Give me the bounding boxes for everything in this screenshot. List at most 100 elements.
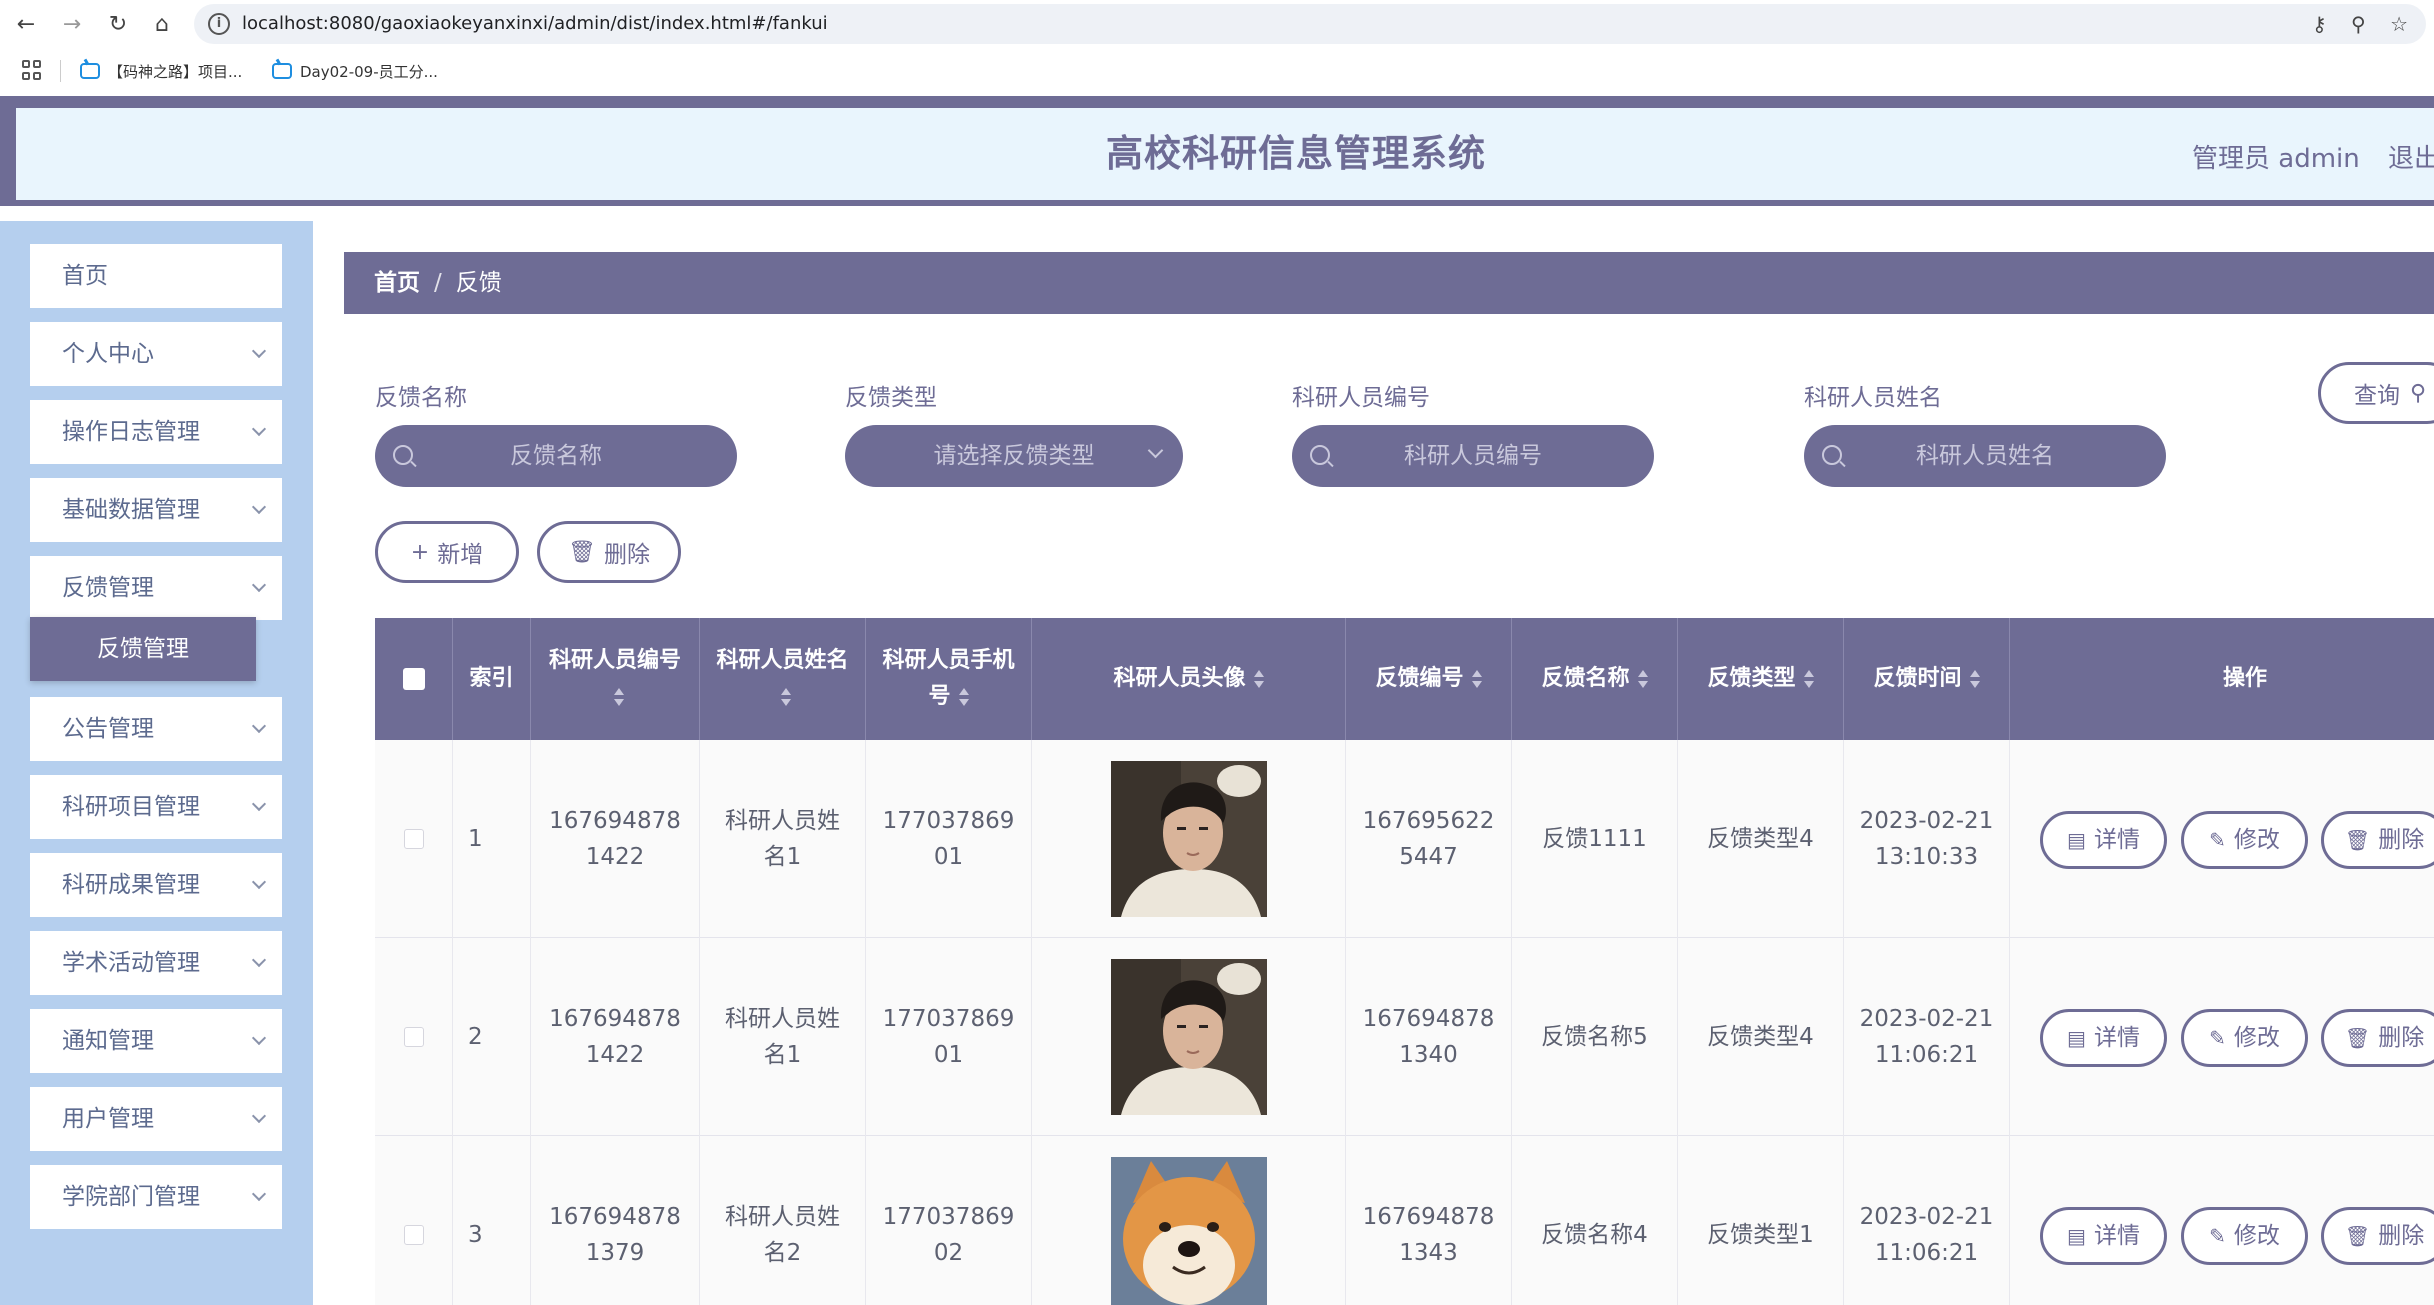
document-icon: ▤: [2067, 828, 2086, 852]
forward-icon[interactable]: →: [56, 8, 88, 40]
detail-button[interactable]: ▤ 详情: [2040, 1009, 2167, 1067]
row-checkbox[interactable]: [403, 829, 424, 849]
staff-no-label: 科研人员编号: [1292, 385, 1430, 411]
logout-link[interactable]: 退出: [2388, 138, 2434, 175]
table-row: 1 1676948781422 科研人员姓名1 17703786901 1676…: [375, 740, 2434, 938]
home-icon[interactable]: ⌂: [146, 8, 178, 40]
site-info-icon[interactable]: i: [208, 13, 230, 35]
sort-icon[interactable]: [1969, 669, 1980, 689]
query-button[interactable]: 查询 ⚲: [2318, 362, 2434, 424]
staff-no-cell: 1676948781422: [531, 938, 700, 1136]
column-avatar[interactable]: 科研人员头像: [1032, 618, 1346, 740]
row-delete-button[interactable]: 🗑 删除: [2321, 811, 2434, 869]
sort-icon[interactable]: [781, 687, 792, 707]
input-placeholder: 反馈名称: [510, 443, 602, 469]
add-button[interactable]: + 新增: [375, 521, 519, 583]
young-man-avatar[interactable]: [1110, 761, 1267, 917]
sidebar-item-label: 科研项目管理: [62, 794, 200, 820]
sidebar-item-announcement[interactable]: 公告管理: [30, 697, 282, 761]
document-icon: ▤: [2067, 1026, 2086, 1050]
column-staff-name[interactable]: 科研人员姓名: [700, 618, 866, 740]
key-icon[interactable]: ⚷: [2312, 12, 2327, 36]
edit-button-label: 修改: [2233, 827, 2280, 853]
delete-button[interactable]: 🗑 删除: [537, 521, 681, 583]
select-all-checkbox[interactable]: [402, 668, 425, 690]
bilibili-icon: [272, 63, 292, 79]
sidebar-item-departments[interactable]: 学院部门管理: [30, 1165, 282, 1229]
sidebar-item-personal-center[interactable]: 个人中心: [30, 322, 282, 386]
feedback-type-select[interactable]: 请选择反馈类型: [845, 425, 1183, 487]
row-delete-button[interactable]: 🗑 删除: [2321, 1009, 2434, 1067]
column-label: 科研人员编号: [548, 648, 681, 673]
edit-button[interactable]: ✎ 修改: [2181, 811, 2308, 869]
feedback-date: 2023-02-21: [1859, 1204, 1994, 1230]
bookmark-item[interactable]: 【码神之路】项目...: [80, 58, 242, 84]
trash-icon: 🗑: [2344, 1224, 2371, 1248]
sort-icon[interactable]: [1637, 669, 1648, 689]
app-title: 高校科研信息管理系统: [1106, 132, 1486, 175]
chevron-down-icon: [251, 952, 267, 968]
sidebar-item-notice[interactable]: 通知管理: [30, 1009, 282, 1073]
feedback-date: 2023-02-21: [1859, 808, 1994, 834]
column-staff-no[interactable]: 科研人员编号: [531, 618, 700, 740]
sidebar-item-feedback[interactable]: 反馈管理: [30, 556, 282, 620]
sidebar-item-operation-log[interactable]: 操作日志管理: [30, 400, 282, 464]
apps-icon[interactable]: [22, 60, 42, 80]
feedback-table: 索引 科研人员编号 科研人员姓名 科研人员手机号 科研人员头像 反馈编号 反馈名…: [375, 618, 2434, 1305]
submenu-item-feedback[interactable]: 反馈管理: [30, 617, 256, 681]
sort-icon[interactable]: [1803, 669, 1814, 689]
row-delete-button[interactable]: 🗑 删除: [2321, 1207, 2434, 1265]
column-label: 反馈时间: [1873, 666, 1962, 691]
sort-icon[interactable]: [1471, 669, 1482, 689]
detail-button[interactable]: ▤ 详情: [2040, 1207, 2167, 1265]
sidebar-item-users[interactable]: 用户管理: [30, 1087, 282, 1151]
index-cell: 1: [453, 740, 531, 938]
address-bar[interactable]: i localhost:8080/gaoxiaokeyanxinxi/admin…: [194, 4, 2426, 44]
input-placeholder: 科研人员姓名: [1916, 443, 2054, 469]
delete-button-label: 删除: [2378, 1025, 2425, 1051]
sidebar-item-research-project[interactable]: 科研项目管理: [30, 775, 282, 839]
breadcrumb-home[interactable]: 首页: [374, 270, 420, 296]
row-checkbox[interactable]: [403, 1027, 424, 1047]
table-row: 2 1676948781422 科研人员姓名1 17703786901 1676…: [375, 938, 2434, 1136]
column-feedback-type[interactable]: 反馈类型: [1678, 618, 1844, 740]
young-man-avatar[interactable]: [1110, 959, 1267, 1115]
star-icon[interactable]: ☆: [2390, 12, 2408, 36]
reload-icon[interactable]: ↻: [102, 8, 134, 40]
edit-button-label: 修改: [2233, 1025, 2280, 1051]
zoom-icon[interactable]: ⚲: [2351, 12, 2366, 36]
back-icon[interactable]: ←: [10, 8, 42, 40]
edit-button[interactable]: ✎ 修改: [2181, 1009, 2308, 1067]
column-staff-phone[interactable]: 科研人员手机号: [866, 618, 1032, 740]
column-feedback-time[interactable]: 反馈时间: [1844, 618, 2010, 740]
detail-button[interactable]: ▤ 详情: [2040, 811, 2167, 869]
sort-icon[interactable]: [1253, 669, 1264, 689]
query-button-label: 查询: [2354, 383, 2400, 409]
actions-cell: ▤ 详情 ✎ 修改 🗑 删除: [2010, 740, 2434, 938]
feedback-clock: 13:10:33: [1874, 844, 1979, 870]
sidebar-item-label: 首页: [62, 263, 108, 289]
staff-name-cell: 科研人员姓名1: [700, 740, 866, 938]
sidebar-item-academic-activity[interactable]: 学术活动管理: [30, 931, 282, 995]
sidebar-item-home[interactable]: 首页: [30, 244, 282, 308]
sort-icon[interactable]: [958, 687, 969, 707]
staff-no-cell: 1676948781379: [531, 1136, 700, 1305]
sidebar-item-label: 用户管理: [62, 1106, 154, 1132]
bookmark-item[interactable]: Day02-09-员工分...: [272, 58, 438, 84]
shiba-dog-avatar[interactable]: [1110, 1157, 1267, 1305]
detail-button-label: 详情: [2093, 1223, 2140, 1249]
sort-icon[interactable]: [613, 687, 624, 707]
column-feedback-name[interactable]: 反馈名称: [1512, 618, 1678, 740]
sidebar-item-research-results[interactable]: 科研成果管理: [30, 853, 282, 917]
feedback-name-cell: 反馈名称5: [1512, 938, 1678, 1136]
sidebar-item-basic-data[interactable]: 基础数据管理: [30, 478, 282, 542]
row-checkbox[interactable]: [403, 1225, 424, 1245]
column-feedback-no[interactable]: 反馈编号: [1346, 618, 1512, 740]
column-index: 索引: [453, 618, 531, 740]
feedback-name-input[interactable]: 反馈名称: [375, 425, 737, 487]
edit-button[interactable]: ✎ 修改: [2181, 1207, 2308, 1265]
delete-button-label: 删除: [2378, 1223, 2425, 1249]
staff-no-input[interactable]: 科研人员编号: [1292, 425, 1654, 487]
staff-name-input[interactable]: 科研人员姓名: [1804, 425, 2166, 487]
staff-name-cell: 科研人员姓名2: [700, 1136, 866, 1305]
